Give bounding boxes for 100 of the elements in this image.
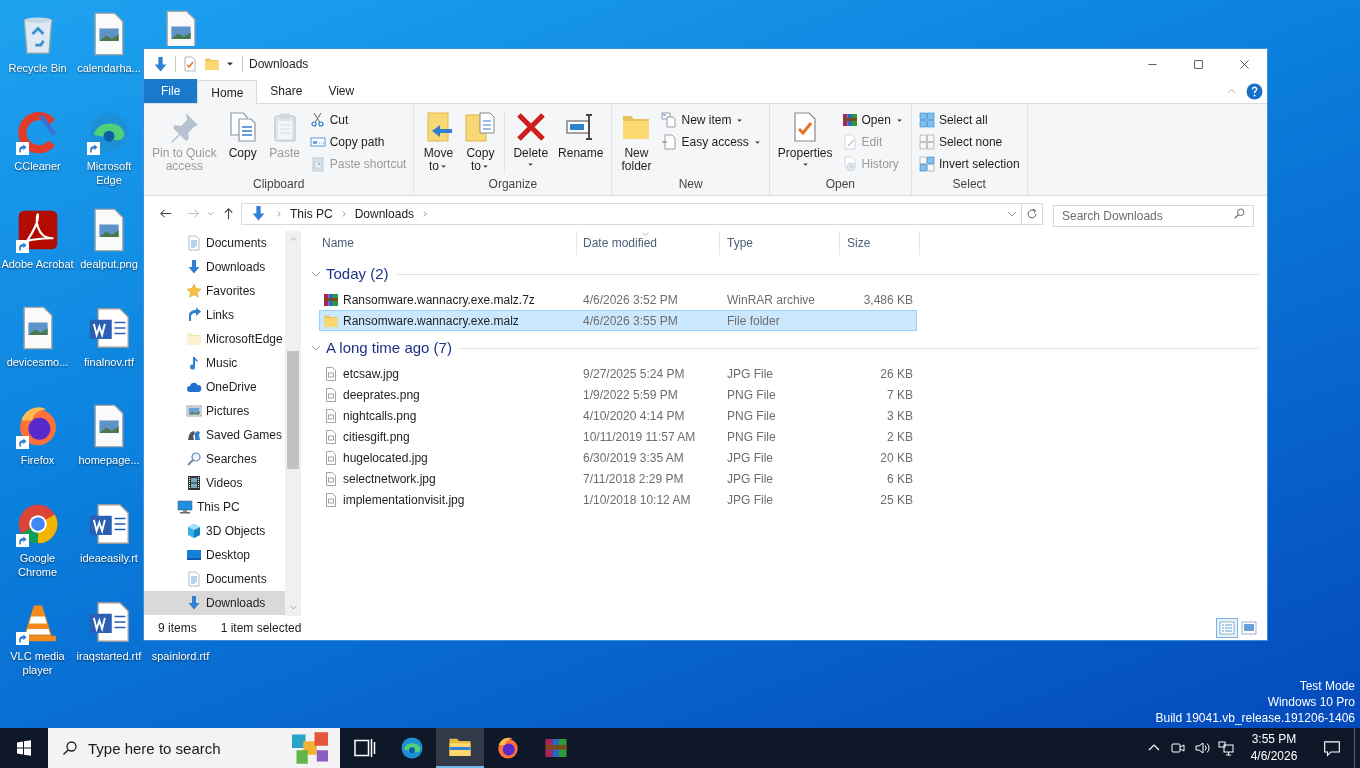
ribbon-tab[interactable]: View	[315, 79, 368, 103]
table-cell-text: 20 KB	[879, 449, 914, 467]
file-row[interactable]: citiesgift.png 10/11/2019 11:57 AM PNG File 2 KB	[319, 426, 917, 447]
breadcrumb[interactable]: This PC	[287, 204, 336, 223]
nav-item[interactable]: Videos	[144, 471, 285, 495]
delete-icon	[514, 111, 547, 143]
view-button[interactable]	[1238, 618, 1260, 638]
ribbon-button[interactable]: Select all	[915, 109, 1023, 131]
ribbon-button[interactable]: New item	[658, 109, 765, 131]
file-name: implementationvisit.jpg	[343, 491, 465, 509]
file-row[interactable]: hugelocated.jpg 6/30/2019 3:35 AM JPG File 20 KB	[319, 447, 917, 468]
nav-item[interactable]: Searches	[144, 447, 285, 471]
caret-icon	[526, 160, 536, 169]
icon-label[interactable]: VLC media player	[0, 649, 75, 677]
nav-item[interactable]: Downloads	[144, 591, 285, 615]
browser-logo-icon[interactable]	[87, 110, 131, 154]
icon-label[interactable]: Google Chrome	[0, 551, 75, 579]
ribbon-button[interactable]: New folder	[616, 106, 657, 176]
ribbon-tab[interactable]: Home	[197, 80, 258, 104]
nav-item[interactable]: Links	[144, 303, 285, 327]
table-cell-text: 25 KB	[879, 491, 914, 509]
download-icon	[186, 259, 202, 275]
file-row[interactable]: deeprates.png 1/9/2022 5:59 PM PNG File 7 KB	[319, 384, 917, 405]
icon-label[interactable]: homepage...	[78, 453, 140, 467]
table-cell-text: JPG File	[726, 365, 774, 383]
ribbon-button[interactable]: Copy to	[460, 106, 501, 176]
search-field[interactable]: Search Downloads	[1053, 204, 1254, 227]
ribbon-button[interactable]: Move to	[418, 106, 459, 176]
scrollbar-thumb[interactable]	[287, 351, 299, 469]
clock[interactable]: 3:55 PM 4/6/2026	[1238, 728, 1310, 768]
icon-label[interactable]: ideaeasily.rt	[80, 551, 138, 565]
system-info-text: Windows 10 Pro	[1267, 694, 1355, 710]
word-document-icon[interactable]	[87, 502, 131, 546]
word-document-icon[interactable]	[87, 306, 131, 350]
search-field[interactable]: Type here to search	[48, 728, 340, 768]
nav-item[interactable]: Documents	[144, 231, 285, 255]
ribbon-button[interactable]: Copy path	[306, 131, 410, 153]
taskbar-button[interactable]	[436, 728, 484, 768]
nav-item[interactable]: Desktop	[144, 543, 285, 567]
ribbon-button[interactable]: Rename	[554, 106, 608, 176]
table-cell-text: File folder	[726, 312, 781, 330]
ribbon-tab[interactable]: Share	[257, 79, 316, 103]
books-icon	[323, 291, 339, 308]
file-row[interactable]: Ransomware.wannacry.exe.malz 4/6/2026 3:55 PM File folder	[319, 310, 917, 331]
ribbon-button[interactable]: Invert selection	[915, 153, 1023, 175]
ribbon-button[interactable]: Copy	[222, 106, 263, 176]
address-bar[interactable]: This PC Downloads	[241, 202, 1022, 225]
nav-item[interactable]: Downloads	[144, 255, 285, 279]
network-icon	[1218, 740, 1234, 756]
image-file-icon	[323, 449, 339, 466]
group-label: Select	[952, 176, 986, 193]
ribbon-button[interactable]: Delete	[509, 106, 553, 176]
nav-item[interactable]: 3D Objects	[144, 519, 285, 543]
nav-item[interactable]: This PC	[144, 495, 285, 519]
ribbon-button[interactable]: Cut	[306, 109, 410, 131]
file-name: citiesgift.png	[343, 428, 410, 446]
icon-label[interactable]: spainlord.rtf	[151, 649, 210, 663]
ribbon-button[interactable]: Easy access	[658, 131, 765, 153]
group-label: Organize	[488, 176, 538, 193]
image-file-icon	[323, 428, 339, 445]
icon-label[interactable]: finalnov.rtf	[84, 355, 134, 369]
ribbon-button[interactable]: Properties	[773, 106, 837, 176]
ribbon-button[interactable]: Open	[838, 109, 907, 131]
nav-item[interactable]: Pictures	[144, 399, 285, 423]
group-header[interactable]: A long time ago (7)	[311, 336, 452, 360]
column-header[interactable]: Date modified	[577, 231, 720, 255]
nav-item[interactable]: Saved Games	[144, 423, 285, 447]
nav-item[interactable]: Favorites	[144, 279, 285, 303]
scissors-icon	[309, 112, 326, 128]
nav-item[interactable]: MicrosoftEdge	[144, 327, 285, 351]
refresh-button[interactable]	[1022, 202, 1043, 225]
icon-label[interactable]: Firefox	[20, 453, 55, 467]
file-row[interactable]: nightcalls.png 4/10/2020 4:14 PM PNG File 3 KB	[319, 405, 917, 426]
search-icon	[186, 451, 202, 467]
file-row[interactable]: etcsaw.jpg 9/27/2025 5:24 PM JPG File 26 KB	[319, 363, 917, 384]
group-header[interactable]: Today (2)	[311, 262, 389, 286]
breadcrumb[interactable]: Downloads	[351, 204, 418, 223]
word-document-icon[interactable]	[87, 600, 131, 644]
nav-item[interactable]: OneDrive	[144, 375, 285, 399]
table-cell-text: 4/10/2020 4:14 PM	[582, 407, 686, 425]
group-label: Open	[825, 176, 856, 193]
file-row[interactable]: selectnetwork.jpg 7/11/2018 2:29 PM JPG File 6 KB	[319, 468, 917, 489]
nav-item[interactable]: Documents	[144, 567, 285, 591]
books-icon	[841, 112, 858, 128]
icon-label[interactable]: iraqstarted.rtf	[76, 649, 142, 663]
table-cell-text: 6 KB	[886, 470, 914, 488]
properties-icon[interactable]	[182, 56, 198, 72]
column-header[interactable]: Type	[720, 231, 840, 255]
ribbon-tab[interactable]: File	[144, 79, 198, 103]
icon-label[interactable]: devicesmo...	[6, 355, 69, 369]
column-header[interactable]: Name	[301, 231, 577, 255]
new-item-icon	[661, 112, 678, 128]
file-name: hugelocated.jpg	[343, 449, 428, 467]
file-name: deeprates.png	[343, 386, 420, 404]
nav-item[interactable]: Music	[144, 351, 285, 375]
file-row[interactable]: Ransomware.wannacry.exe.malz.7z 4/6/2026 3:52 PM WinRAR archive 3,486 KB	[319, 289, 917, 310]
ribbon-button[interactable]: Select none	[915, 131, 1023, 153]
maximize-icon	[1192, 58, 1204, 70]
file-row[interactable]: implementationvisit.jpg 1/10/2018 10:12 AM JPG File 25 KB	[319, 489, 917, 510]
column-header[interactable]: Size	[840, 231, 920, 255]
